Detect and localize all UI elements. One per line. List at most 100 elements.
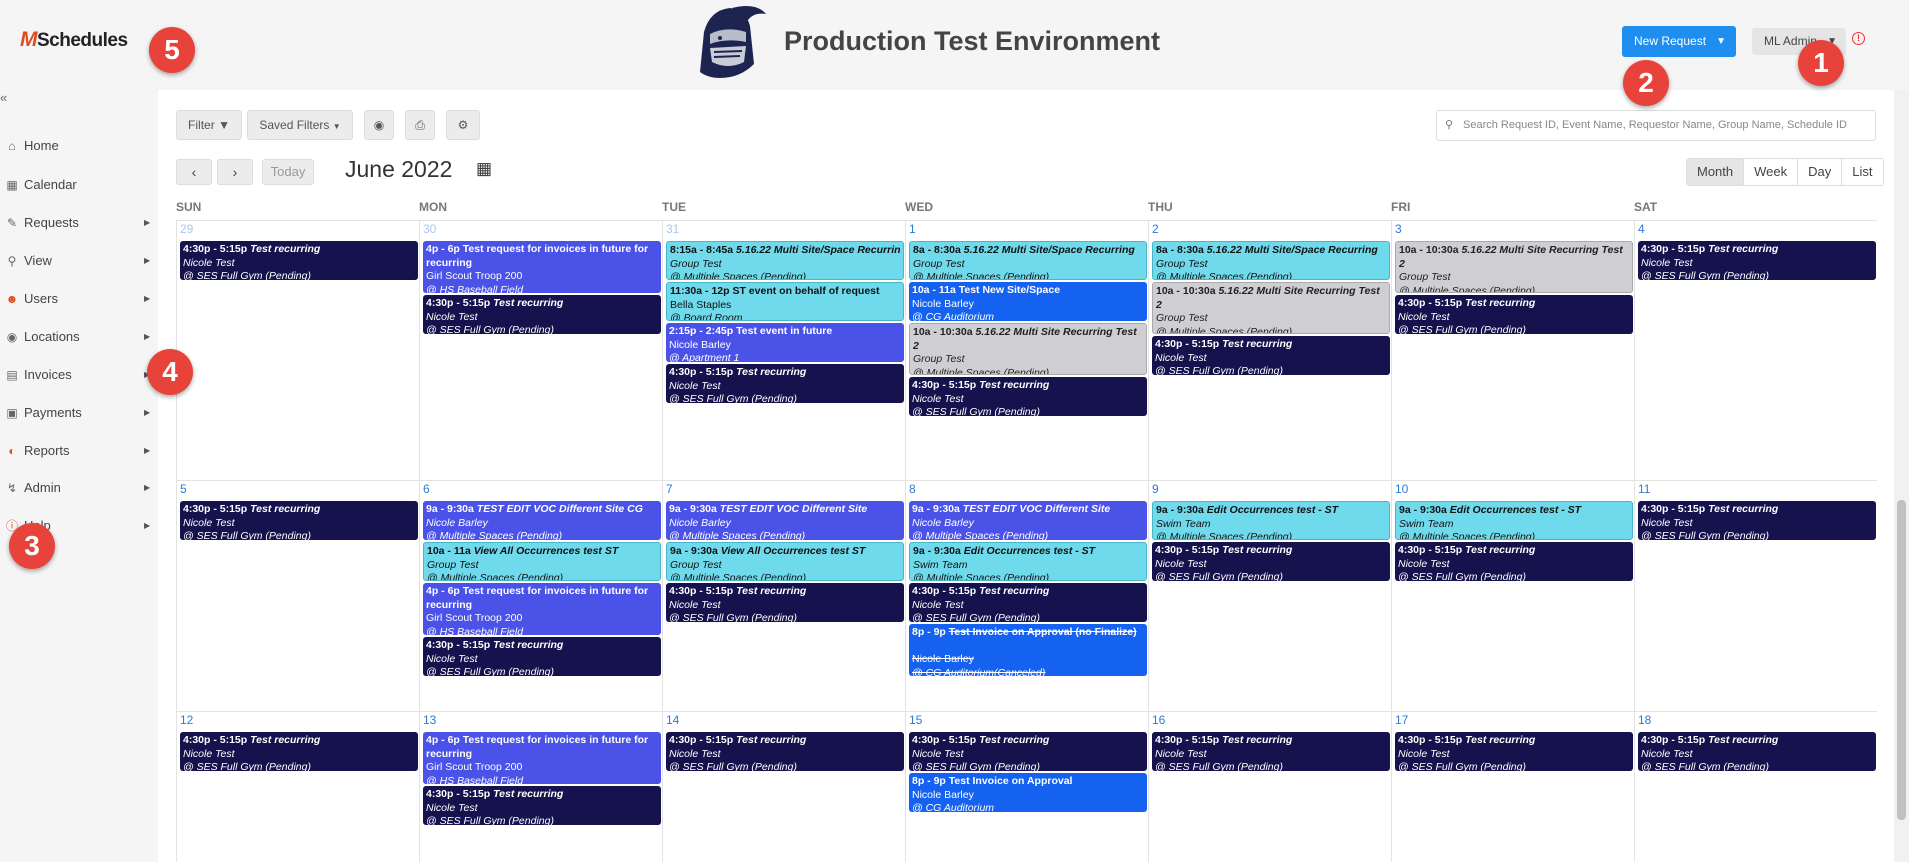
day-number[interactable]: 4 xyxy=(1638,222,1645,236)
sidebar-item-view[interactable]: ⚲ View ▶ xyxy=(0,248,158,274)
calendar-event[interactable]: 8:15a - 8:45a 5.16.22 Multi Site/Space R… xyxy=(666,241,904,280)
calendar-event[interactable]: 8p - 9p Test Invoice on Approval (no Fin… xyxy=(909,624,1147,676)
today-button[interactable]: Today xyxy=(262,159,314,185)
calendar-event[interactable]: 9a - 9:30a TEST EDIT VOC Different Site N… xyxy=(666,501,904,540)
calendar-event[interactable]: 4p - 6p Test request for invoices in fut… xyxy=(423,241,661,293)
calendar-day-cell[interactable]: 4 4:30p - 5:15p Test recurring Nicole Test… xyxy=(1634,220,1877,480)
day-number[interactable]: 29 xyxy=(180,222,193,236)
calendar-event[interactable]: 4:30p - 5:15p Test recurring Nicole Test @… xyxy=(423,786,661,825)
calendar-day-cell[interactable]: 18 4:30p - 5:15p Test recurring Nicole Tes… xyxy=(1634,711,1877,862)
calendar-event[interactable]: 11:30a - 12p ST event on behalf of reque… xyxy=(666,282,904,321)
day-number[interactable]: 5 xyxy=(180,482,187,496)
sidebar-item-home[interactable]: ⌂ Home xyxy=(0,133,158,159)
calendar-event[interactable]: 4p - 6p Test request for invoices in fut… xyxy=(423,583,661,635)
day-number[interactable]: 31 xyxy=(666,222,679,236)
calendar-event[interactable]: 4:30p - 5:15p Test recurring Nicole Test @… xyxy=(1638,501,1876,540)
calendar-event[interactable]: 4:30p - 5:15p Test recurring Nicole Test @… xyxy=(909,377,1147,416)
calendar-event[interactable]: 4:30p - 5:15p Test recurring Nicole Test @… xyxy=(423,295,661,334)
calendar-event[interactable]: 4:30p - 5:15p Test recurring Nicole Test @… xyxy=(1638,732,1876,771)
calendar-day-cell[interactable]: 10 9a - 9:30a Edit Occurrences test - ST S… xyxy=(1391,480,1634,711)
day-number[interactable]: 3 xyxy=(1395,222,1402,236)
day-number[interactable]: 14 xyxy=(666,713,679,727)
calendar-event[interactable]: 4p - 6p Test request for invoices in fut… xyxy=(423,732,661,784)
day-number[interactable]: 10 xyxy=(1395,482,1408,496)
sidebar-item-admin[interactable]: ↯ Admin ▶ xyxy=(0,475,158,501)
calendar-day-cell[interactable]: 1 8a - 8:30a 5.16.22 Multi Site/Space Rec… xyxy=(905,220,1148,480)
calendar-event[interactable]: 9a - 9:30a TEST EDIT VOC Different Site N… xyxy=(909,501,1147,540)
calendar-picker-icon[interactable]: ▦ xyxy=(476,159,492,179)
calendar-day-cell[interactable]: 6 9a - 9:30a TEST EDIT VOC Different Site… xyxy=(419,480,662,711)
settings-button[interactable]: ⚙ xyxy=(446,110,480,140)
calendar-event[interactable]: 4:30p - 5:15p Test recurring Nicole Test @… xyxy=(180,501,418,540)
day-number[interactable]: 16 xyxy=(1152,713,1165,727)
calendar-day-cell[interactable]: 9 9a - 9:30a Edit Occurrences test - ST Sw… xyxy=(1148,480,1391,711)
sidebar-item-invoices[interactable]: ▤Invoices▶ xyxy=(0,362,158,388)
calendar-event[interactable]: 4:30p - 5:15p Test recurring Nicole Test @… xyxy=(666,732,904,771)
calendar-event[interactable]: 9a - 9:30a Edit Occurrences test - ST Swi… xyxy=(909,542,1147,581)
calendar-event[interactable]: 10a - 10:30a 5.16.22 Multi Site Recurrin… xyxy=(1395,241,1633,293)
calendar-day-cell[interactable]: 11 4:30p - 5:15p Test recurring Nicole Tes… xyxy=(1634,480,1877,711)
collapse-sidebar-icon[interactable]: « xyxy=(0,90,7,105)
calendar-day-cell[interactable]: 29 4:30p - 5:15p Test recurring Nicole Tes… xyxy=(176,220,419,480)
day-number[interactable]: 30 xyxy=(423,222,436,236)
day-number[interactable]: 7 xyxy=(666,482,673,496)
app-logo[interactable]: MSchedules xyxy=(20,28,128,52)
calendar-day-cell[interactable]: 3 10a - 10:30a 5.16.22 Multi Site Recurri… xyxy=(1391,220,1634,480)
calendar-event[interactable]: 4:30p - 5:15p Test recurring Nicole Test @… xyxy=(909,583,1147,622)
calendar-event[interactable]: 4:30p - 5:15p Test recurring Nicole Test @… xyxy=(180,241,418,280)
calendar-event[interactable]: 9a - 9:30a TEST EDIT VOC Different Site … xyxy=(423,501,661,540)
calendar-event[interactable]: 8a - 8:30a 5.16.22 Multi Site/Space Recu… xyxy=(1152,241,1390,280)
search-input[interactable]: ⚲ Search Request ID, Event Name, Requesto… xyxy=(1436,110,1876,141)
calendar-event[interactable]: 4:30p - 5:15p Test recurring Nicole Test @… xyxy=(1152,542,1390,581)
calendar-event[interactable]: 10a - 10:30a 5.16.22 Multi Site Recurrin… xyxy=(909,323,1147,375)
day-number[interactable]: 9 xyxy=(1152,482,1159,496)
calendar-event[interactable]: 10a - 11a Test New Site/Space Nicole Barl… xyxy=(909,282,1147,321)
sidebar-item-requests[interactable]: ✎ Requests ▶ xyxy=(0,210,158,236)
calendar-day-cell[interactable]: 7 9a - 9:30a TEST EDIT VOC Different Site… xyxy=(662,480,905,711)
calendar-day-cell[interactable]: 12 4:30p - 5:15p Test recurring Nicole Tes… xyxy=(176,711,419,862)
calendar-event[interactable]: 4:30p - 5:15p Test recurring Nicole Test @… xyxy=(909,732,1147,771)
day-number[interactable]: 1 xyxy=(909,222,916,236)
view-week-button[interactable]: Week xyxy=(1744,159,1799,185)
calendar-event[interactable]: 9a - 9:30a View All Occurrences test ST G… xyxy=(666,542,904,581)
vertical-scrollbar[interactable] xyxy=(1894,90,1909,862)
sidebar-item-calendar[interactable]: ▦ Calendar xyxy=(0,172,158,198)
calendar-event[interactable]: 2:15p - 2:45p Test event in future Nicole… xyxy=(666,323,904,362)
calendar-event[interactable]: 4:30p - 5:15p Test recurring Nicole Test @… xyxy=(666,364,904,403)
filter-button[interactable]: Filter ▼ xyxy=(176,110,242,140)
calendar-day-cell[interactable]: 2 8a - 8:30a 5.16.22 Multi Site/Space Rec… xyxy=(1148,220,1391,480)
calendar-event[interactable]: 9a - 9:30a Edit Occurrences test - ST Swi… xyxy=(1152,501,1390,540)
day-number[interactable]: 6 xyxy=(423,482,430,496)
calendar-day-cell[interactable]: 17 4:30p - 5:15p Test recurring Nicole Tes… xyxy=(1391,711,1634,862)
calendar-day-cell[interactable]: 8 9a - 9:30a TEST EDIT VOC Different Site… xyxy=(905,480,1148,711)
sidebar-item-reports[interactable]: ◐ Reports ▶ xyxy=(0,438,158,464)
new-request-button[interactable]: New Request ▼ xyxy=(1622,26,1736,57)
calendar-event[interactable]: 4:30p - 5:15p Test recurring Nicole Test @… xyxy=(1395,542,1633,581)
calendar-day-cell[interactable]: 13 4p - 6p Test request for invoices in f… xyxy=(419,711,662,862)
day-number[interactable]: 17 xyxy=(1395,713,1408,727)
day-number[interactable]: 11 xyxy=(1638,482,1650,496)
saved-filters-button[interactable]: Saved Filters ▼ xyxy=(247,110,353,140)
day-number[interactable]: 15 xyxy=(909,713,922,727)
calendar-day-cell[interactable]: 31 8:15a - 8:45a 5.16.22 Multi Site/Space… xyxy=(662,220,905,480)
calendar-event[interactable]: 4:30p - 5:15p Test recurring Nicole Test @… xyxy=(180,732,418,771)
next-month-button[interactable]: › xyxy=(217,159,253,185)
scrollbar-thumb[interactable] xyxy=(1897,500,1906,820)
calendar-day-cell[interactable]: 30 4p - 6p Test request for invoices in f… xyxy=(419,220,662,480)
day-number[interactable]: 12 xyxy=(180,713,193,727)
view-day-button[interactable]: Day xyxy=(1798,159,1843,185)
view-list-button[interactable]: List xyxy=(1842,159,1882,185)
calendar-event[interactable]: 9a - 9:30a Edit Occurrences test - ST Swi… xyxy=(1395,501,1633,540)
print-button[interactable]: ⎙ xyxy=(405,110,435,140)
day-number[interactable]: 8 xyxy=(909,482,916,496)
view-month-button[interactable]: Month xyxy=(1687,159,1745,185)
binoculars-button[interactable]: ◉ xyxy=(364,110,394,140)
sidebar-item-payments[interactable]: ▣ Payments ▶ xyxy=(0,400,158,426)
calendar-event[interactable]: 4:30p - 5:15p Test recurring Nicole Test @… xyxy=(1638,241,1876,280)
calendar-day-cell[interactable]: 14 4:30p - 5:15p Test recurring Nicole Tes… xyxy=(662,711,905,862)
calendar-event[interactable]: 4:30p - 5:15p Test recurring Nicole Test @… xyxy=(1395,732,1633,771)
calendar-event[interactable]: 4:30p - 5:15p Test recurring Nicole Test @… xyxy=(1395,295,1633,334)
day-number[interactable]: 2 xyxy=(1152,222,1159,236)
alert-icon[interactable]: ! xyxy=(1852,32,1865,45)
sidebar-item-users[interactable]: ☻ Users ▶ xyxy=(0,286,158,312)
